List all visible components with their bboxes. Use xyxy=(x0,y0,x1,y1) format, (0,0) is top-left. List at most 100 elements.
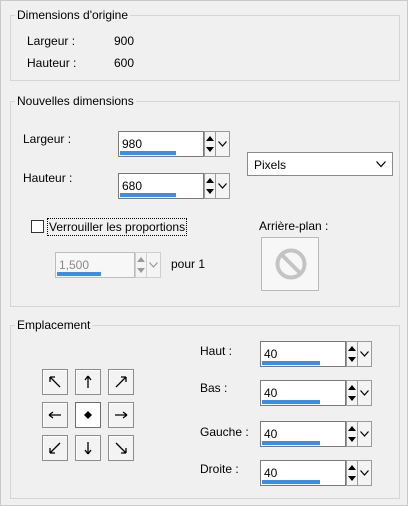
original-width-value: 900 xyxy=(114,34,135,48)
spin-up-icon[interactable] xyxy=(348,426,356,431)
spin-down-icon[interactable] xyxy=(206,189,214,194)
arrow-left-icon xyxy=(48,411,61,419)
new-width-dropdown[interactable] xyxy=(216,131,230,157)
arrow-up-icon xyxy=(84,375,92,388)
right-margin-dropdown[interactable] xyxy=(358,460,372,486)
chevron-down-icon xyxy=(218,183,227,189)
no-color-icon xyxy=(275,248,307,280)
right-margin-value: 40 xyxy=(264,466,278,480)
anchor-bottom-left[interactable] xyxy=(42,435,68,461)
anchor-bottom[interactable] xyxy=(75,435,101,461)
arrow-down-left-icon xyxy=(49,442,61,454)
new-width-input[interactable]: 980 xyxy=(118,131,204,157)
new-height-label: Hauteur : xyxy=(23,171,73,185)
new-height-value: 680 xyxy=(122,179,143,193)
original-width-label: Largeur : xyxy=(27,34,76,48)
top-margin-value: 40 xyxy=(264,347,278,361)
placement-title: Emplacement xyxy=(15,318,93,332)
anchor-center[interactable] xyxy=(75,402,101,428)
lock-proportions-label[interactable]: Verrouiller les proportions xyxy=(47,218,188,236)
bottom-margin-input[interactable]: 40 xyxy=(260,380,346,406)
bottom-margin-spinbox[interactable]: 40 xyxy=(260,380,372,406)
original-dimensions-title: Dimensions d'origine xyxy=(15,8,131,22)
anchor-left[interactable] xyxy=(42,402,68,428)
spin-up-icon[interactable] xyxy=(206,178,214,183)
ratio-value: 1,500 xyxy=(59,258,90,272)
spin-down-icon[interactable] xyxy=(348,476,356,481)
bottom-margin-dropdown[interactable] xyxy=(358,380,372,406)
original-height-value: 600 xyxy=(114,56,135,70)
bottom-margin-value: 40 xyxy=(264,386,278,400)
chevron-down-icon xyxy=(360,470,369,476)
right-margin-input[interactable]: 40 xyxy=(260,460,346,486)
spin-up-icon[interactable] xyxy=(348,385,356,390)
new-height-dropdown[interactable] xyxy=(216,173,230,199)
ratio-suffix: pour 1 xyxy=(171,257,206,271)
chevron-down-icon xyxy=(360,351,369,357)
new-width-slider-bar[interactable] xyxy=(120,151,176,155)
spin-up-icon[interactable] xyxy=(348,465,356,470)
top-margin-spinbox[interactable]: 40 xyxy=(260,341,372,367)
new-height-input[interactable]: 680 xyxy=(118,173,204,199)
top-margin-input[interactable]: 40 xyxy=(260,341,346,367)
chevron-down-icon xyxy=(360,390,369,396)
right-margin-spinbox[interactable]: 40 xyxy=(260,460,372,486)
spin-down-icon[interactable] xyxy=(348,396,356,401)
top-margin-dropdown[interactable] xyxy=(358,341,372,367)
unit-select-value: Pixels xyxy=(254,158,287,172)
anchor-top-left[interactable] xyxy=(42,369,68,395)
left-margin-spinbox[interactable]: 40 xyxy=(260,421,372,447)
new-width-value: 980 xyxy=(122,137,143,151)
new-height-stepper[interactable] xyxy=(204,173,216,199)
right-margin-stepper[interactable] xyxy=(346,460,358,486)
top-margin-stepper[interactable] xyxy=(346,341,358,367)
background-label: Arrière-plan : xyxy=(259,219,329,233)
chevron-down-icon xyxy=(218,141,227,147)
ratio-input[interactable]: 1,500 xyxy=(55,252,135,278)
spin-down-icon[interactable] xyxy=(348,437,356,442)
ratio-slider-bar[interactable] xyxy=(57,272,101,276)
original-dimensions-group: Dimensions d'origine xyxy=(10,8,400,81)
left-margin-slider-bar[interactable] xyxy=(262,441,320,445)
background-color-swatch[interactable] xyxy=(261,237,319,291)
original-height-label: Hauteur : xyxy=(27,56,77,70)
new-width-label: Largeur : xyxy=(23,132,72,146)
anchor-top[interactable] xyxy=(75,369,101,395)
right-margin-slider-bar[interactable] xyxy=(262,480,320,484)
ratio-stepper[interactable] xyxy=(135,252,147,278)
anchor-bottom-right[interactable] xyxy=(108,435,134,461)
spin-up-icon[interactable] xyxy=(137,257,145,262)
top-margin-slider-bar[interactable] xyxy=(262,361,320,365)
center-diamond-icon xyxy=(84,411,92,419)
unit-select[interactable]: Pixels xyxy=(247,152,393,176)
canvas-size-dialog: Dimensions d'origine Largeur : 900 Haute… xyxy=(0,0,408,506)
arrow-up-right-icon xyxy=(115,376,127,388)
new-height-spinbox[interactable]: 680 xyxy=(118,173,230,199)
chevron-down-icon xyxy=(360,431,369,437)
left-margin-dropdown[interactable] xyxy=(358,421,372,447)
spin-down-icon[interactable] xyxy=(206,147,214,152)
top-margin-label: Haut : xyxy=(200,344,233,358)
chevron-down-icon xyxy=(149,262,158,268)
new-width-spinbox[interactable]: 980 xyxy=(118,131,230,157)
new-height-slider-bar[interactable] xyxy=(120,193,176,197)
ratio-dropdown[interactable] xyxy=(147,252,161,278)
spin-down-icon[interactable] xyxy=(137,268,145,273)
spin-up-icon[interactable] xyxy=(206,136,214,141)
bottom-margin-label: Bas : xyxy=(200,381,228,395)
left-margin-stepper[interactable] xyxy=(346,421,358,447)
anchor-right[interactable] xyxy=(108,402,134,428)
spin-up-icon[interactable] xyxy=(348,346,356,351)
left-margin-value: 40 xyxy=(264,427,278,441)
ratio-spinbox[interactable]: 1,500 xyxy=(55,252,161,278)
left-margin-label: Gauche : xyxy=(200,425,249,439)
right-margin-label: Droite : xyxy=(200,462,239,476)
spin-down-icon[interactable] xyxy=(348,357,356,362)
arrow-right-icon xyxy=(115,411,128,419)
bottom-margin-stepper[interactable] xyxy=(346,380,358,406)
lock-proportions-checkbox[interactable] xyxy=(31,220,44,233)
bottom-margin-slider-bar[interactable] xyxy=(262,400,320,404)
left-margin-input[interactable]: 40 xyxy=(260,421,346,447)
new-width-stepper[interactable] xyxy=(204,131,216,157)
anchor-top-right[interactable] xyxy=(108,369,134,395)
